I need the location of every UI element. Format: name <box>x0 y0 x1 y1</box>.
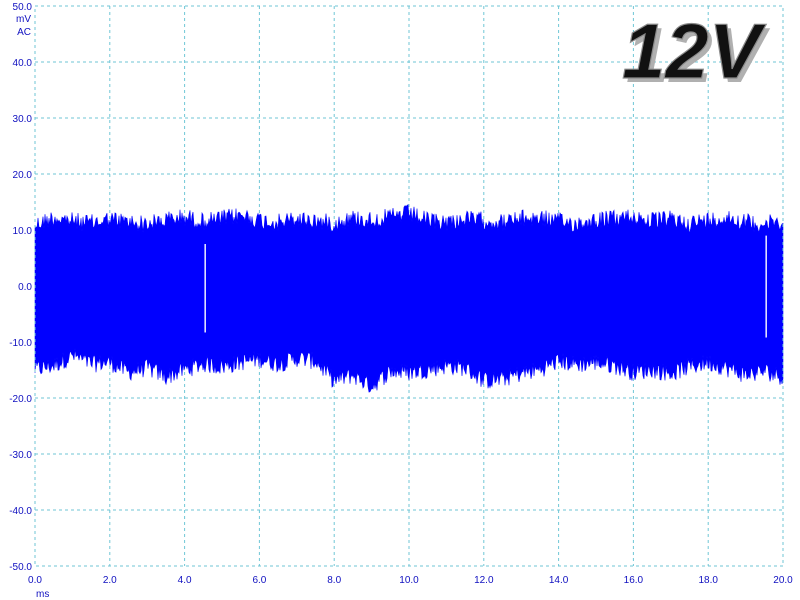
y-tick-label: -30.0 <box>9 450 32 461</box>
y-tick-label: 20.0 <box>13 170 33 181</box>
signal-trace <box>34 204 784 393</box>
signal-noise-band <box>34 204 784 393</box>
x-tick-label: 0.0 <box>28 575 42 586</box>
y-tick-label: -50.0 <box>9 562 32 573</box>
y-tick-label: 10.0 <box>13 226 33 237</box>
chart-title: 12V <box>622 7 767 95</box>
x-tick-label: 8.0 <box>327 575 341 586</box>
x-tick-label: 14.0 <box>549 575 569 586</box>
x-tick-label: 20.0 <box>773 575 793 586</box>
x-tick-label: 4.0 <box>178 575 192 586</box>
x-tick-label: 16.0 <box>624 575 644 586</box>
y-tick-label: -20.0 <box>9 394 32 405</box>
x-axis-tick-labels: 0.0 2.0 4.0 6.0 8.0 10.0 12.0 14.0 16.0 18.0 20.0 <box>28 575 793 586</box>
y-tick-label: 30.0 <box>13 114 33 125</box>
x-tick-label: 12.0 <box>474 575 494 586</box>
x-axis-unit-label: ms <box>36 589 49 600</box>
y-axis-tick-labels: 50.0 40.0 30.0 20.0 10.0 0.0 -10.0 -20.0 -30.0 -4… <box>9 2 32 573</box>
y-tick-label: -40.0 <box>9 506 32 517</box>
x-tick-label: 6.0 <box>252 575 266 586</box>
y-axis-unit-label: mV <box>16 14 31 25</box>
y-tick-label: -10.0 <box>9 338 32 349</box>
y-axis-coupling-label: AC <box>17 27 31 38</box>
y-tick-label: 0.0 <box>18 282 32 293</box>
x-tick-label: 10.0 <box>399 575 419 586</box>
y-tick-label: 40.0 <box>13 58 33 69</box>
y-tick-label: 50.0 <box>13 2 33 13</box>
oscilloscope-chart: 50.0 40.0 30.0 20.0 10.0 0.0 -10.0 -20.0 -30.0 -4… <box>9 2 793 600</box>
x-tick-label: 2.0 <box>103 575 117 586</box>
x-tick-label: 18.0 <box>698 575 718 586</box>
